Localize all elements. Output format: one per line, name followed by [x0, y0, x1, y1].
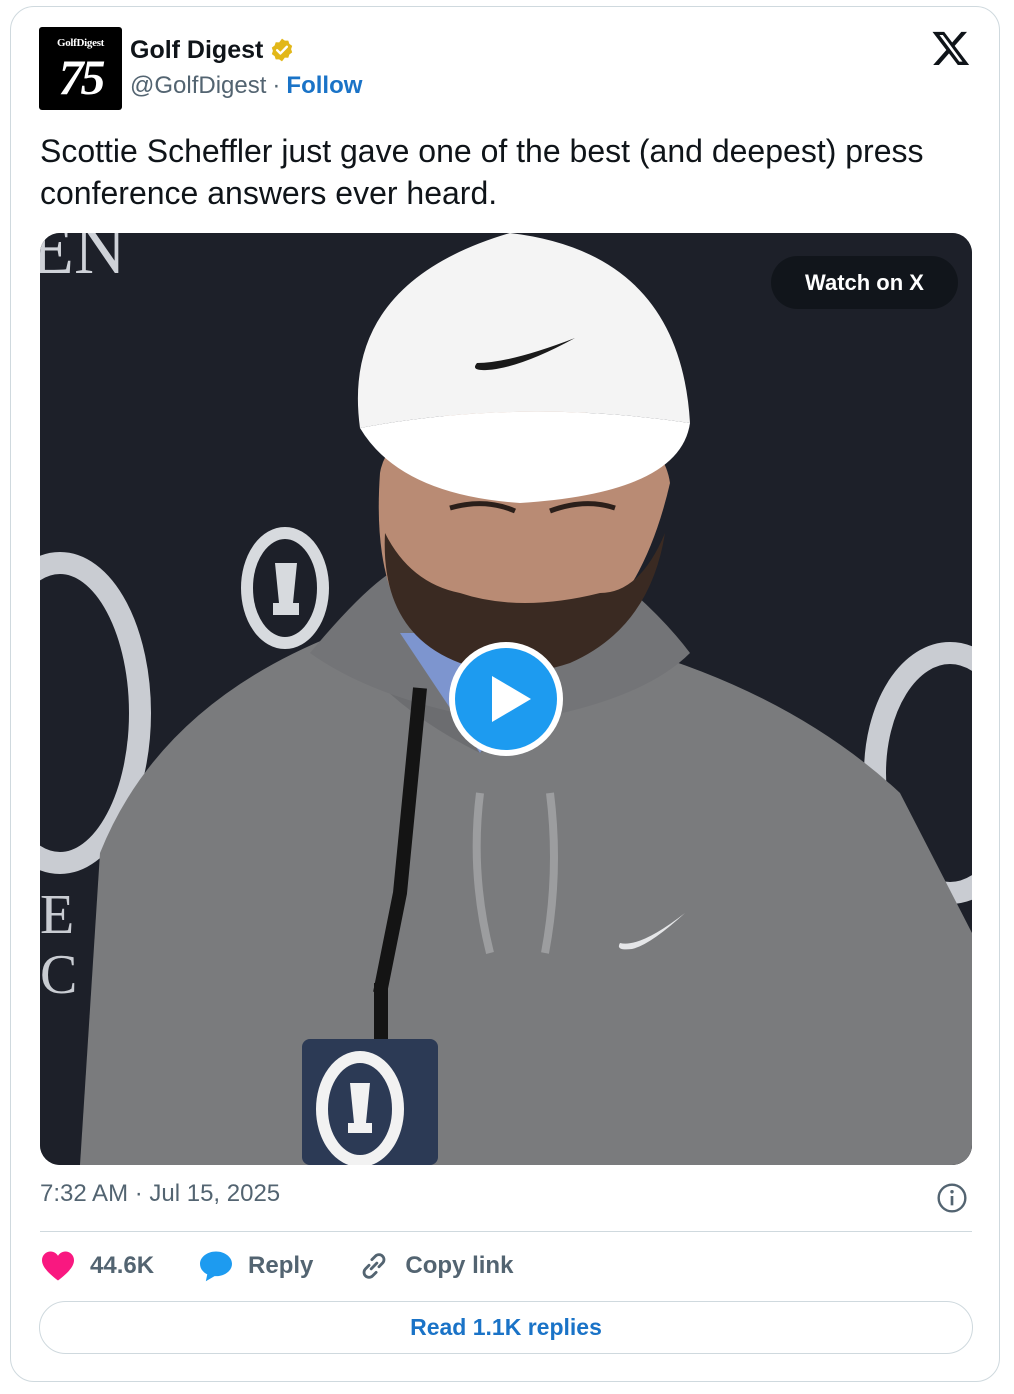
play-icon[interactable]	[447, 640, 565, 758]
follow-link[interactable]: Follow	[286, 72, 362, 100]
avatar-number: 75	[58, 49, 106, 105]
separator: ·	[272, 72, 281, 99]
handle[interactable]: @GolfDigest	[130, 72, 266, 100]
like-count: 44.6K	[90, 1252, 155, 1279]
avatar[interactable]: GolfDigest 75	[39, 27, 122, 110]
svg-text:E: E	[40, 884, 74, 946]
link-icon	[363, 1253, 386, 1279]
tweet-text: Scottie Scheffler just gave one of the b…	[40, 133, 924, 211]
svg-text:C: C	[40, 944, 77, 1006]
reply-bubble-icon	[200, 1251, 233, 1282]
reply-label: Reply	[248, 1252, 314, 1279]
divider	[40, 1231, 972, 1232]
watch-on-x-button[interactable]: Watch on X	[771, 256, 958, 309]
action-bar: 44.6K Reply Copy link	[40, 1244, 557, 1288]
verified-badge-icon	[272, 38, 293, 62]
x-logo-icon[interactable]	[930, 28, 972, 68]
author-name-row: Golf Digest	[130, 34, 295, 66]
heart-icon	[42, 1251, 74, 1281]
reply-button[interactable]: Reply	[198, 1250, 313, 1282]
info-icon[interactable]	[936, 1182, 968, 1214]
like-button[interactable]: 44.6K	[40, 1250, 154, 1282]
copy-link-button[interactable]: Copy link	[357, 1249, 513, 1283]
handle-row: @GolfDigest · Follow	[130, 72, 362, 100]
tweet-timestamp[interactable]: 7:32 AM · Jul 15, 2025	[40, 1180, 280, 1208]
read-replies-button[interactable]: Read 1.1K replies	[39, 1301, 973, 1354]
backdrop-letters: EN	[40, 233, 126, 289]
copy-link-label: Copy link	[405, 1252, 514, 1279]
display-name[interactable]: Golf Digest	[130, 36, 263, 65]
